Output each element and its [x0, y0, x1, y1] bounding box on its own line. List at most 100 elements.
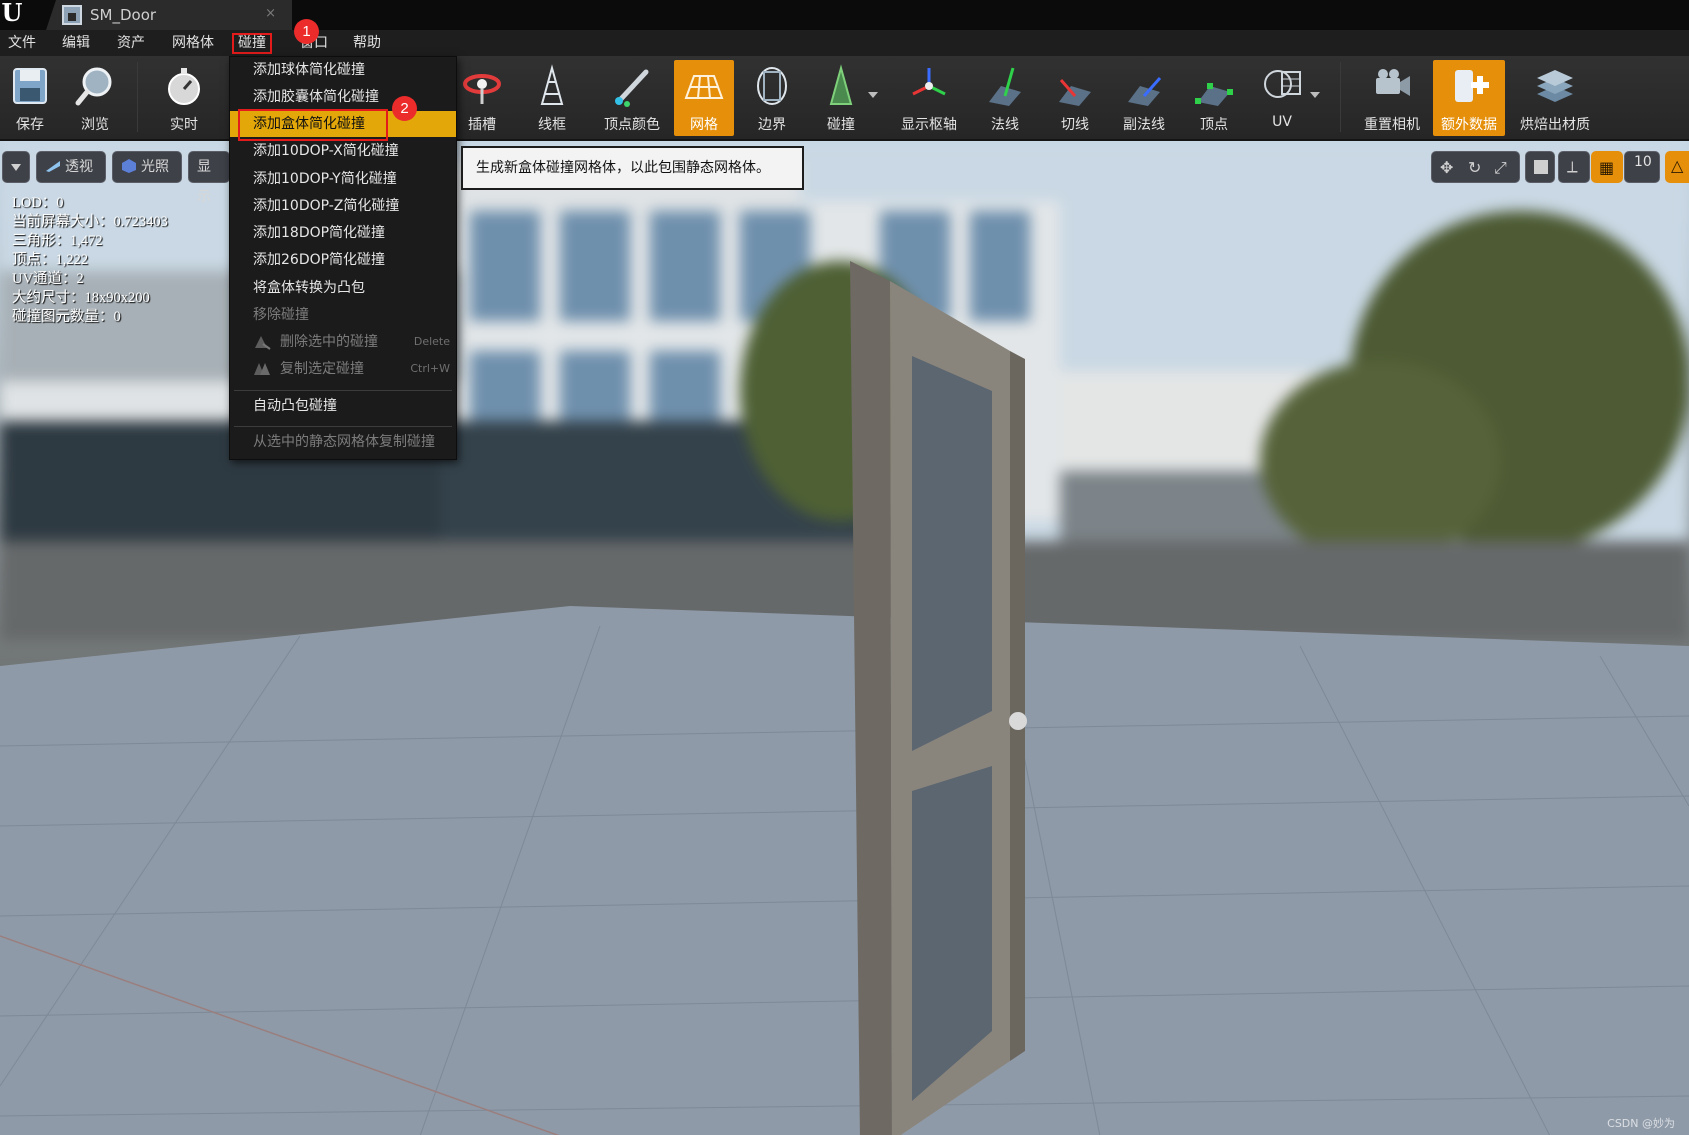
door-mesh — [850, 261, 1027, 1135]
show-pivot-button[interactable]: 显示枢轴 — [892, 60, 966, 136]
chevron-down-icon — [11, 164, 21, 171]
browse-button[interactable]: 浏览 — [60, 60, 130, 136]
menu-collision[interactable]: 碰撞 — [232, 33, 272, 54]
uv-icon — [1264, 70, 1301, 98]
stat-screen-size: 当前屏幕大小：0.723403 — [12, 214, 168, 230]
menu-item-add-18dop-collision[interactable]: 添加18DOP简化碰撞 — [230, 220, 456, 246]
stat-approx-size: 大约尺寸：18x90x200 — [12, 290, 150, 306]
rotation-snap-icon: △ — [1671, 156, 1684, 175]
menu-asset[interactable]: 资产 — [113, 33, 149, 54]
menu-item-convert-boxes-to-convex[interactable]: 将盒体转换为凸包 — [230, 275, 456, 301]
rotate-icon[interactable]: ↻ — [1468, 158, 1481, 177]
grid-snap-toggle[interactable]: ▦ — [1591, 151, 1623, 183]
menu-item-add-capsule-collision[interactable]: 添加胶囊体简化碰撞 — [230, 84, 456, 110]
surface-snapping-toggle[interactable]: ⟂ — [1558, 151, 1590, 183]
asset-tab-title: SM_Door — [90, 6, 157, 24]
browse-magnifier-icon — [75, 67, 112, 106]
delete-collision-icon — [255, 336, 271, 350]
stat-vertices: 顶点：1,222 — [12, 252, 89, 268]
viewport-options-dropdown[interactable] — [2, 151, 30, 183]
grid-snap-value-dropdown[interactable]: 10 — [1624, 151, 1660, 183]
shortcut-delete: Delete — [413, 335, 450, 348]
close-tab-icon[interactable]: × — [265, 6, 276, 21]
annotation-badge-1: 1 — [294, 19, 319, 44]
reset-camera-icon — [1376, 69, 1410, 96]
socket-button[interactable]: 插槽 — [447, 60, 517, 136]
additional-data-icon — [1455, 70, 1489, 102]
menu-item-add-sphere-collision[interactable]: 添加球体简化碰撞 — [230, 57, 456, 83]
menu-item-remove-collision[interactable]: 移除碰撞 — [230, 302, 456, 328]
realtime-stopwatch-icon — [168, 68, 200, 105]
binormals-icon — [1128, 77, 1162, 106]
collision-icon — [829, 64, 853, 105]
bounds-button[interactable]: 边界 — [737, 60, 807, 136]
grid-snap-icon: ▦ — [1599, 158, 1615, 177]
binormals-button[interactable]: 副法线 — [1109, 60, 1179, 136]
vertices-icon — [1195, 83, 1233, 106]
lit-cube-icon — [122, 159, 136, 173]
rotation-snap-toggle[interactable]: △ — [1665, 151, 1689, 183]
normals-icon — [989, 67, 1021, 106]
pivot-icon — [912, 68, 946, 96]
menu-separator — [234, 390, 452, 391]
vertices-button[interactable]: 顶点 — [1179, 60, 1249, 136]
uv-button[interactable]: UV — [1247, 60, 1317, 136]
save-icon — [13, 68, 47, 104]
menu-item-copy-collision-from-selected[interactable]: 从选中的静态网格体复制碰撞 — [230, 429, 456, 455]
vertex-color-icon — [615, 69, 649, 107]
toolbar-separator — [137, 62, 138, 132]
save-button[interactable]: 保存 — [0, 60, 65, 136]
translate-icon[interactable]: ✥ — [1440, 158, 1453, 177]
menu-item-add-10dop-y-collision[interactable]: 添加10DOP-Y简化碰撞 — [230, 166, 456, 192]
wireframe-button[interactable]: 线框 — [517, 60, 587, 136]
bake-material-icon — [1537, 70, 1573, 102]
collision-button[interactable]: 碰撞 — [806, 60, 876, 136]
menu-separator — [234, 426, 452, 427]
menu-bar: 文件 编辑 资产 网格体 碰撞 窗口 帮助 — [0, 30, 1689, 56]
menu-help[interactable]: 帮助 — [349, 33, 385, 54]
title-bar: U SM_Door × — [0, 0, 1689, 30]
grid-icon — [684, 75, 724, 99]
socket-icon — [463, 74, 501, 104]
uv-dropdown-caret-icon[interactable] — [1310, 92, 1320, 98]
transform-tools-group: ✥ ↻ ⤢ — [1431, 151, 1520, 183]
asset-tab[interactable]: SM_Door × — [46, 0, 292, 30]
tangents-icon — [1059, 79, 1091, 106]
toolbar-separator — [1340, 62, 1341, 132]
annotation-highlight-box — [238, 109, 388, 141]
menu-item-tooltip: 生成新盒体碰撞网格体，以此包围静态网格体。 — [461, 146, 804, 190]
additional-data-button[interactable]: 额外数据 — [1433, 60, 1505, 136]
menu-edit[interactable]: 编辑 — [58, 33, 94, 54]
reset-camera-button[interactable]: 重置相机 — [1355, 60, 1429, 136]
show-flags-button[interactable]: 显示 — [188, 151, 230, 205]
wireframe-icon — [540, 64, 564, 105]
grid-button[interactable]: 网格 — [674, 60, 734, 136]
stat-triangles: 三角形：1,472 — [12, 233, 103, 249]
mesh-stats-overlay: LOD：0 当前屏幕大小：0.723403 三角形：1,472 顶点：1,222… — [12, 194, 168, 327]
static-mesh-icon — [62, 5, 82, 25]
menu-item-delete-selected-collision[interactable]: 删除选中的碰撞 Delete — [230, 329, 456, 355]
shortcut-ctrl-w: Ctrl+W — [410, 362, 450, 375]
menu-file[interactable]: 文件 — [4, 33, 40, 54]
annotation-badge-2: 2 — [392, 96, 417, 121]
scale-icon[interactable]: ⤢ — [1494, 158, 1507, 178]
perspective-icon — [46, 161, 60, 172]
perspective-button[interactable]: 透视 — [36, 151, 106, 183]
unreal-logo-icon[interactable]: U — [0, 0, 24, 28]
normals-button[interactable]: 法线 — [970, 60, 1040, 136]
menu-item-add-10dop-z-collision[interactable]: 添加10DOP-Z简化碰撞 — [230, 193, 456, 219]
collision-dropdown-caret-icon[interactable] — [868, 92, 878, 98]
world-local-toggle[interactable] — [1525, 151, 1555, 183]
lit-mode-button[interactable]: 光照 — [112, 151, 182, 183]
menu-mesh[interactable]: 网格体 — [168, 33, 218, 54]
menu-item-auto-convex-collision[interactable]: 自动凸包碰撞 — [230, 393, 456, 419]
menu-item-add-26dop-collision[interactable]: 添加26DOP简化碰撞 — [230, 247, 456, 273]
vertex-color-button[interactable]: 顶点颜色 — [592, 60, 672, 136]
watermark: CSDN @妙为 — [1607, 1117, 1675, 1130]
stat-uv-channels: UV通道：2 — [12, 271, 84, 287]
menu-item-add-10dop-x-collision[interactable]: 添加10DOP-X简化碰撞 — [230, 138, 456, 164]
tangents-button[interactable]: 切线 — [1040, 60, 1110, 136]
bake-material-button[interactable]: 烘焙出材质 — [1512, 60, 1598, 136]
menu-item-duplicate-selected-collision[interactable]: 复制选定碰撞 Ctrl+W — [230, 356, 456, 382]
realtime-button[interactable]: 实时 — [149, 60, 219, 136]
